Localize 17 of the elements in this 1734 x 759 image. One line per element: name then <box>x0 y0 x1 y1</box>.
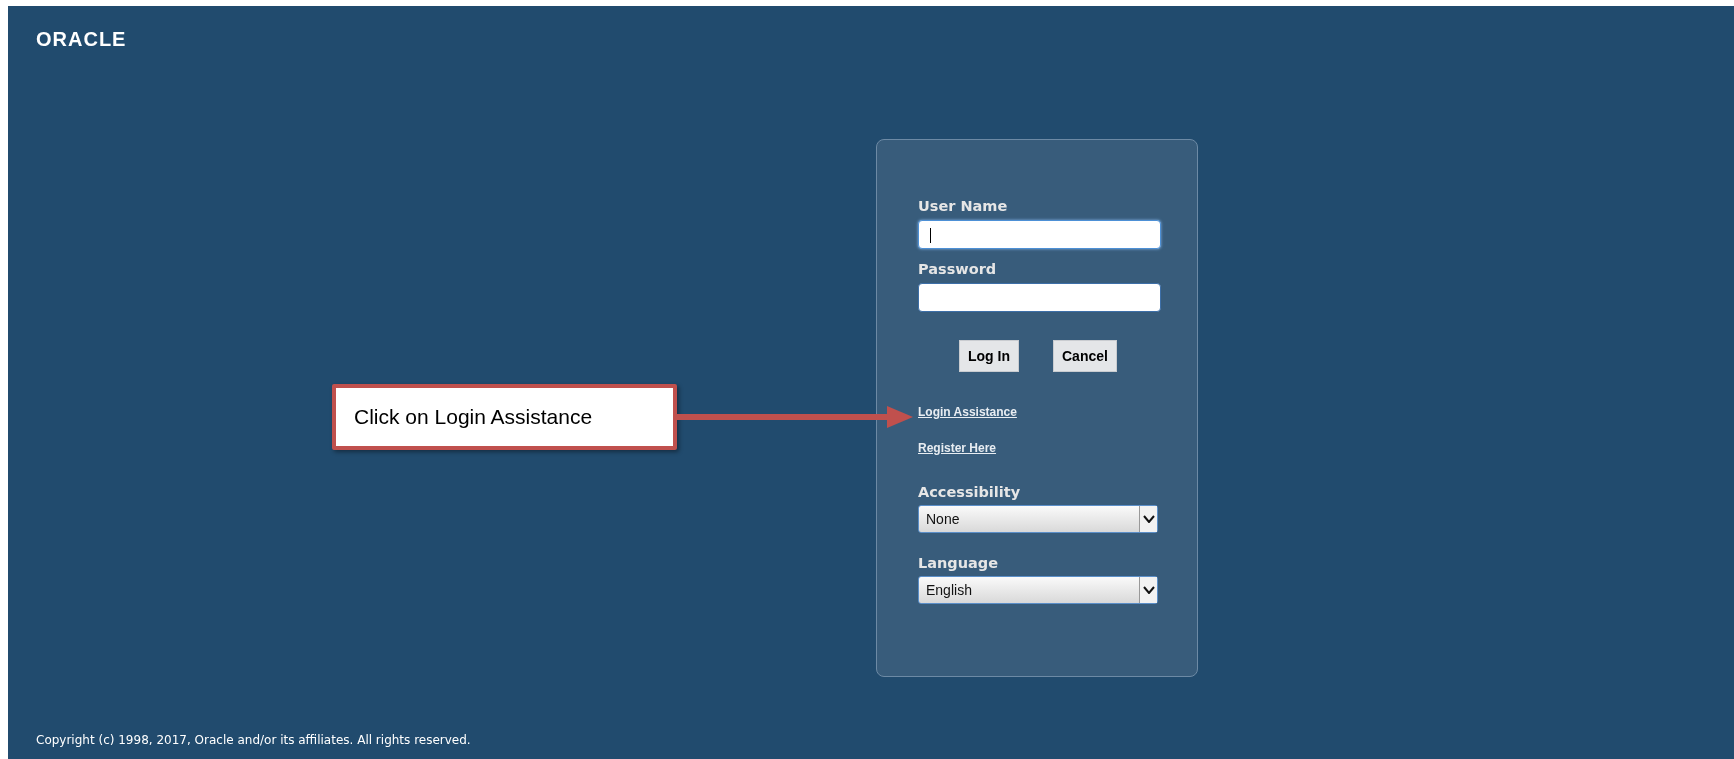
chevron-down-icon <box>1142 586 1155 594</box>
form-button[interactable]: Log In <box>959 340 1019 372</box>
field-label: Language <box>918 554 1000 573</box>
field-label: Accessibility <box>918 483 1022 502</box>
callout-text: Click on Login Assistance <box>354 404 593 431</box>
link[interactable]: Register Here <box>918 440 997 456</box>
chevron-down-icon <box>1142 515 1155 523</box>
form-button[interactable]: Cancel <box>1053 340 1117 372</box>
input-field[interactable] <box>918 283 1161 312</box>
oracle-logo: ORACLE <box>36 28 127 50</box>
field-label: Password <box>918 260 998 279</box>
link[interactable]: Login Assistance <box>918 404 1017 420</box>
field-label: User Name <box>918 197 1009 216</box>
dropdown-select[interactable]: None <box>918 505 1158 533</box>
dropdown-select[interactable]: English <box>918 576 1158 604</box>
copyright-text: Copyright (c) 1998, 2017, Oracle and/or its affiliates. All rights reserved. <box>36 733 471 747</box>
input-field[interactable] <box>918 220 1161 249</box>
